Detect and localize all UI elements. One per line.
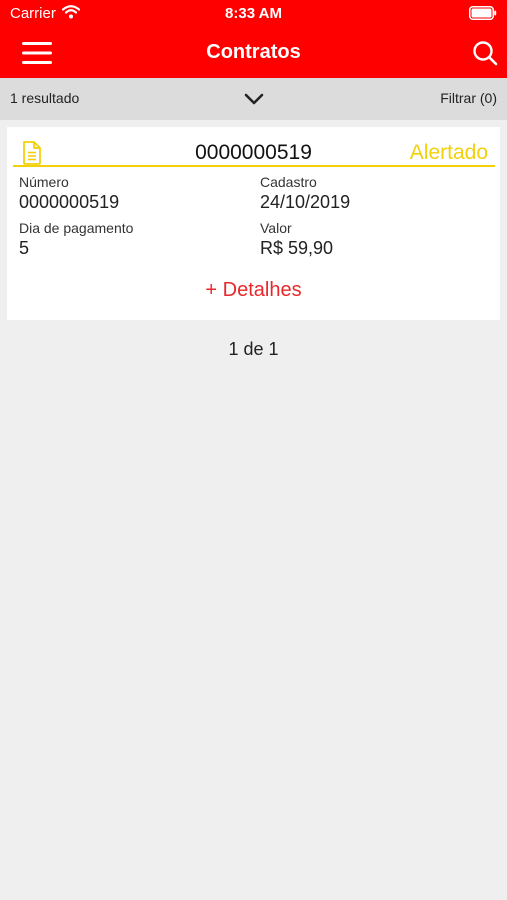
pagination-indicator: 1 de 1 [228,339,279,359]
search-icon[interactable] [471,39,499,67]
pagamento-label: Dia de pagamento [19,220,134,236]
pagamento-value: 5 [19,238,30,258]
status-time: 8:33 AM [225,5,282,22]
status-divider [13,165,495,167]
cadastro-value: 24/10/2019 [260,192,351,212]
page-title: Contratos [206,41,301,63]
contract-card[interactable]: 0000000519 Alertado Número 0000000519 Ca… [7,127,500,320]
status-bar: Carrier 8:33 AM [0,0,507,28]
navigation-bar: Contratos [0,28,507,78]
valor-label: Valor [260,220,292,236]
filter-button[interactable]: Filtrar (0) [440,90,497,106]
numero-value: 0000000519 [19,192,120,212]
status-badge: Alertado [409,141,488,164]
numero-label: Número [19,174,69,190]
result-count: 1 resultado [10,90,80,106]
filter-bar: 1 resultado Filtrar (0) [0,78,507,120]
details-link[interactable]: + Detalhes [7,279,500,302]
valor-value: R$ 59,90 [260,238,334,258]
battery-icon [469,6,497,25]
cadastro-label: Cadastro [260,174,317,190]
chevron-down-icon[interactable] [242,90,266,108]
